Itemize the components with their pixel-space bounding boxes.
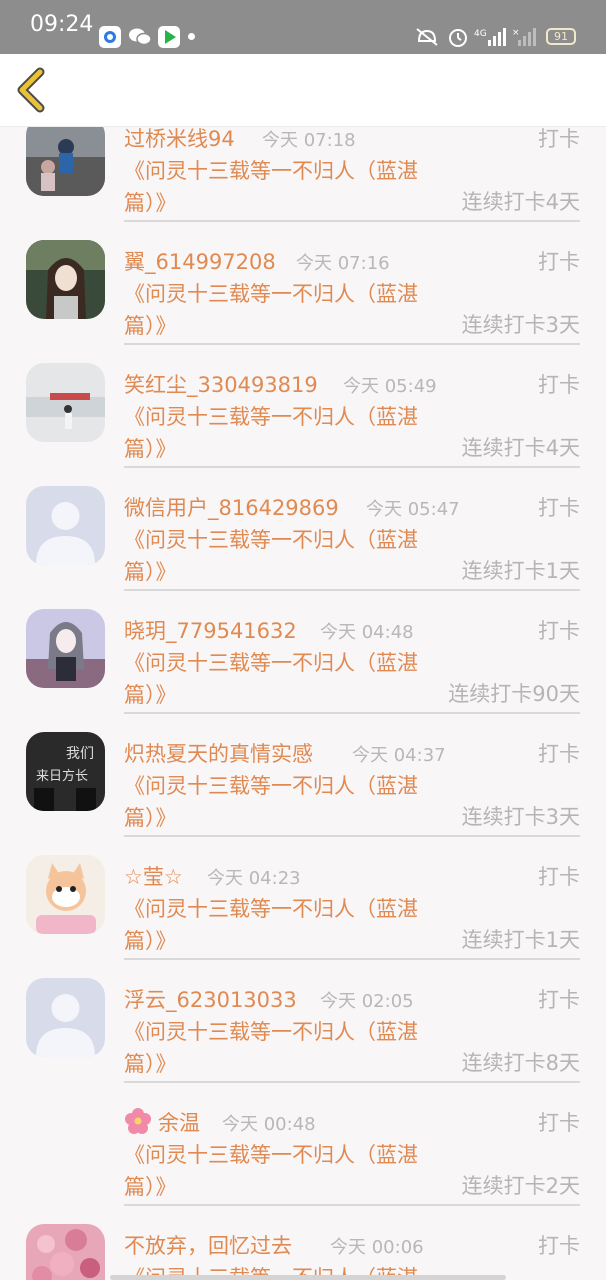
checkin-time: 今天 05:49 (343, 376, 437, 397)
user-name[interactable]: ☆莹☆ (124, 861, 183, 891)
alarm-icon (447, 26, 469, 48)
signal-none-icon: × (512, 26, 540, 48)
book-title[interactable]: 《问灵十三载等一不归人（蓝湛篇）》 (124, 524, 444, 588)
book-title[interactable]: 《问灵十三载等一不归人（蓝湛篇）》 (124, 278, 444, 342)
signal-4g-icon: 4G (474, 26, 508, 48)
list-item[interactable]: 晓玥_779541632 今天 04:48 打卡《问灵十三载等一不归人（蓝湛篇）》连… (0, 587, 606, 714)
user-name[interactable]: 微信用户_816429869 (124, 492, 339, 522)
streak-count: 连续打卡4天 (461, 436, 580, 460)
user-name[interactable]: 浮云_623013033 (124, 984, 297, 1014)
chevron-left-icon (12, 67, 52, 118)
user-name[interactable]: 不放弃，回忆过去 (124, 1230, 292, 1260)
streak-count: 连续打卡4天 (461, 190, 580, 214)
avatar[interactable] (26, 855, 105, 934)
checkin-time: 今天 04:37 (352, 745, 446, 766)
checkin-label: 打卡 (538, 988, 580, 1012)
battery-indicator: 91 (546, 28, 576, 45)
user-name[interactable]: 晓玥_779541632 (124, 615, 297, 645)
wechat-icon (128, 26, 152, 52)
book-title[interactable]: 《问灵十三载等一不归人（蓝湛篇）》 (124, 770, 444, 834)
top-bar (0, 54, 606, 127)
list-item[interactable]: ☆莹☆ 今天 04:23 打卡《问灵十三载等一不归人（蓝湛篇）》 连续打卡1天 (0, 833, 606, 960)
default-avatar[interactable] (26, 978, 105, 1057)
list-item[interactable]: 笑红尘_330493819 今天 05:49 打卡《问灵十三载等一不归人（蓝湛篇）》… (0, 341, 606, 468)
list-item[interactable]: 浮云_623013033 今天 02:05 打卡《问灵十三载等一不归人（蓝湛篇）》连… (0, 956, 606, 1083)
user-name[interactable]: 余温 (158, 1107, 200, 1137)
checkin-time: 今天 00:48 (222, 1114, 316, 1135)
checkin-label: 打卡 (538, 496, 580, 520)
user-name[interactable]: 炽热夏天的真情实感 (124, 738, 313, 768)
checkin-time: 今天 00:06 (330, 1237, 424, 1258)
checkin-label: 打卡 (538, 865, 580, 889)
list-item[interactable]: 不放弃，回忆过去今天 00:06打卡《问灵十三载等一不归人（蓝湛篇）》 (0, 1202, 606, 1280)
book-title[interactable]: 《问灵十三载等一不归人（蓝湛篇）》 (124, 647, 444, 711)
avatar[interactable] (26, 117, 105, 196)
book-title[interactable]: 《问灵十三载等一不归人（蓝湛篇）》 (124, 893, 444, 957)
user-name[interactable]: 笑红尘_330493819 (124, 369, 318, 399)
avatar[interactable]: 我们来日方长 (26, 732, 105, 811)
book-title[interactable]: 《问灵十三载等一不归人（蓝湛篇）》 (124, 401, 444, 465)
streak-count: 连续打卡3天 (461, 805, 580, 829)
streak-count: 连续打卡1天 (461, 928, 580, 952)
avatar[interactable] (26, 1224, 105, 1280)
checkin-label: 打卡 (538, 373, 580, 397)
svg-text:来日方长: 来日方长 (36, 768, 88, 784)
checkin-label: 打卡 (538, 127, 580, 151)
checkin-label: 打卡 (538, 742, 580, 766)
default-avatar[interactable] (26, 486, 105, 565)
checkin-time: 今天 04:23 (207, 868, 301, 889)
checkin-time: 今天 07:16 (296, 253, 390, 274)
list-item[interactable]: 翼_614997208 今天 07:16 打卡《问灵十三载等一不归人（蓝湛篇）》 连续… (0, 218, 606, 345)
back-button[interactable] (12, 66, 52, 114)
avatar[interactable] (26, 240, 105, 319)
checkin-time: 今天 04:48 (320, 622, 414, 643)
svg-text:我们: 我们 (66, 746, 94, 762)
checkin-label: 打卡 (538, 1111, 580, 1135)
video-app-icon (158, 26, 180, 48)
checkin-label: 打卡 (538, 619, 580, 643)
book-title[interactable]: 《问灵十三载等一不归人（蓝湛篇）》 (124, 1016, 444, 1080)
streak-count: 连续打卡90天 (448, 682, 580, 706)
avatar[interactable] (26, 363, 105, 442)
mute-icon (414, 26, 440, 48)
checkin-label: 打卡 (538, 250, 580, 274)
status-bar: 09:24 4G × 91 (0, 0, 606, 54)
status-time: 09:24 (30, 12, 94, 37)
list-item[interactable]: 余温 今天 00:48 打卡《问灵十三载等一不归人（蓝湛篇）》 连续打卡2天 (0, 1079, 606, 1206)
checkin-time: 今天 07:18 (262, 130, 356, 151)
user-name[interactable]: 过桥米线94 (124, 123, 235, 153)
checkin-list: 过桥米线94 今天 07:18 打卡 《问灵十三载等一不归人（蓝湛篇）》 连续打卡4天翼… (0, 95, 606, 1280)
streak-count: 连续打卡3天 (461, 313, 580, 337)
horizontal-scrollbar[interactable] (110, 1275, 506, 1280)
checkin-time: 今天 05:47 (366, 499, 460, 520)
avatar[interactable] (26, 609, 105, 688)
book-title[interactable]: 《问灵十三载等一不归人（蓝湛篇）》 (124, 155, 444, 219)
svg-text:4G: 4G (474, 29, 487, 39)
app-notification-icon (99, 26, 121, 48)
list-item[interactable]: 我们 来日方长 炽热夏天的真情实感 今天 04:37 打卡 《问灵十三载等一不归人（蓝湛篇… (0, 710, 606, 837)
checkin-time: 今天 02:05 (320, 991, 414, 1012)
streak-count: 连续打卡1天 (461, 559, 580, 583)
streak-count: 连续打卡2天 (461, 1174, 580, 1198)
user-name[interactable]: 翼_614997208 (124, 246, 276, 276)
streak-count: 连续打卡8天 (461, 1051, 580, 1075)
book-title[interactable]: 《问灵十三载等一不归人（蓝湛篇）》 (124, 1139, 444, 1203)
notification-dot (188, 33, 195, 40)
list-item[interactable]: 微信用户_816429869 今天 05:47 打卡《问灵十三载等一不归人（蓝湛篇）… (0, 464, 606, 591)
checkin-label: 打卡 (538, 1234, 580, 1258)
flower-icon (124, 1107, 152, 1135)
svg-text:×: × (512, 28, 520, 38)
